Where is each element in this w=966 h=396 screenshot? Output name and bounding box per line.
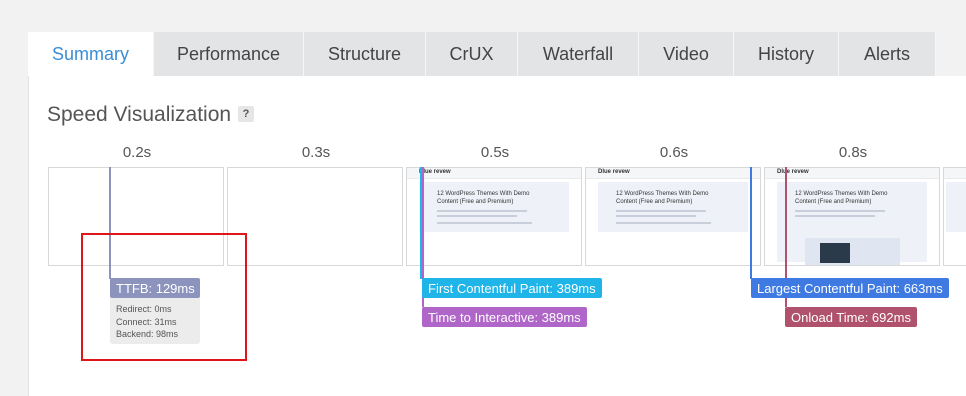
thumbnail-heading: 12 WordPress Themes With Demo Content (F… — [795, 191, 888, 205]
thumbnail-text-line — [437, 222, 532, 224]
filmstrip-frame[interactable]: Dlue revew 12 WordPress Themes With Demo… — [585, 167, 761, 266]
thumbnail-content — [946, 182, 966, 232]
tti-marker[interactable]: Time to Interactive: 389ms — [422, 307, 587, 327]
section-title: Speed Visualization — [47, 103, 232, 126]
filmstrip-frame[interactable]: Dlue revew 12 WordPress Themes With Demo… — [764, 167, 940, 266]
thumbnail-text-line — [616, 215, 696, 217]
filmstrip-frame[interactable]: Dlue revew 12 WordPress Themes With Demo… — [406, 167, 582, 266]
timeline-label: 0.5s — [480, 144, 510, 161]
filmstrip-frame[interactable] — [943, 167, 966, 266]
highlight-box — [81, 233, 247, 361]
thumbnail-heading: 12 WordPress Themes With Demo Content (F… — [616, 191, 709, 205]
thumbnail-text-line — [437, 215, 517, 217]
tab-structure[interactable]: Structure — [304, 32, 426, 76]
thumbnail-text-line — [795, 210, 885, 212]
timeline-label: 0.6s — [659, 144, 689, 161]
lcp-line — [750, 167, 752, 279]
thumbnail-text-line — [437, 210, 527, 212]
filmstrip-frame[interactable] — [227, 167, 403, 266]
tab-bar: Summary Performance Structure CrUX Water… — [28, 32, 936, 76]
tab-history[interactable]: History — [734, 32, 839, 76]
thumbnail-text-line — [616, 210, 706, 212]
help-icon[interactable]: ? — [238, 106, 254, 122]
thumbnail-text-line — [795, 215, 875, 217]
timeline-label: 0.8s — [838, 144, 868, 161]
timeline-label: 0.3s — [301, 144, 331, 161]
thumbnail-heading: 12 WordPress Themes With Demo Content (F… — [437, 191, 530, 205]
thumbnail-logo: Dlue revew — [598, 169, 630, 175]
thumbnail-text-line — [616, 222, 711, 224]
tab-waterfall[interactable]: Waterfall — [518, 32, 639, 76]
lcp-marker[interactable]: Largest Contentful Paint: 663ms — [751, 278, 949, 298]
thumbnail-header — [944, 168, 966, 179]
tab-alerts[interactable]: Alerts — [839, 32, 936, 76]
timeline-label: 0.2s — [122, 144, 152, 161]
tab-performance[interactable]: Performance — [154, 32, 304, 76]
tab-crux[interactable]: CrUX — [426, 32, 518, 76]
tab-video[interactable]: Video — [639, 32, 734, 76]
fcp-marker[interactable]: First Contentful Paint: 389ms — [422, 278, 602, 298]
thumbnail-logo: Dlue revew — [777, 169, 809, 175]
thumbnail-image — [820, 243, 850, 263]
tab-summary[interactable]: Summary — [28, 32, 154, 76]
onload-marker[interactable]: Onload Time: 692ms — [785, 307, 917, 327]
